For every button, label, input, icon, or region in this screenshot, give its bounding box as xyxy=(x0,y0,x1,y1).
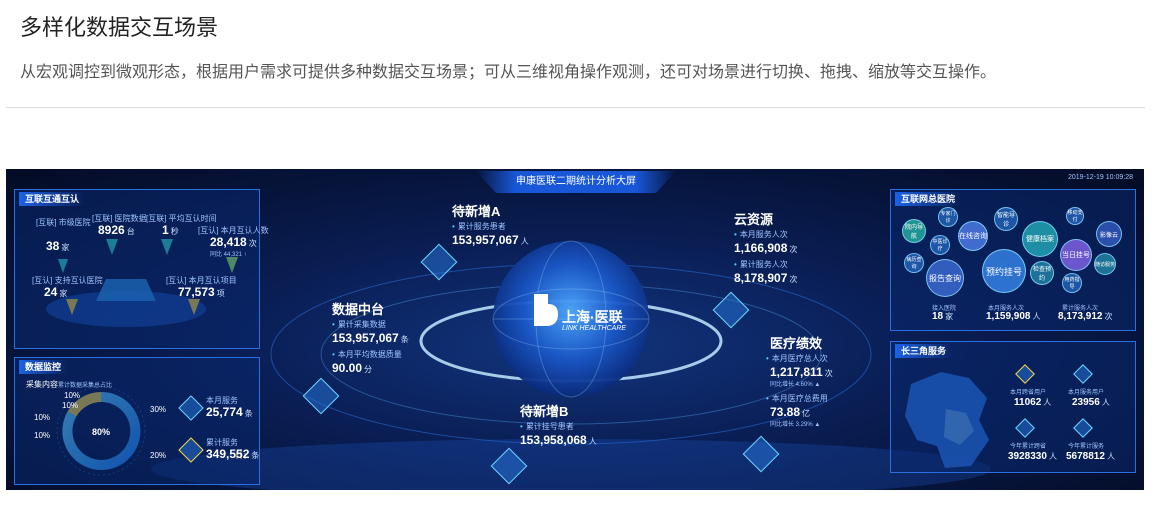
dashboard-datetime: 2019-12-19 10:09:28 xyxy=(1068,174,1133,181)
stat-value: 18 家 xyxy=(932,311,954,322)
block-cloud-label: 累计服务人次 xyxy=(734,259,788,270)
bubble-item[interactable]: 专家门诊 xyxy=(938,207,958,227)
stat-value: 349,552 条 xyxy=(206,447,260,461)
block-a-label: 累计服务患者 xyxy=(452,221,506,232)
stat-value: 23956 人 xyxy=(1072,397,1110,408)
stat-value: 24 家 xyxy=(44,285,68,299)
block-perf-value: 1,217,811 次 xyxy=(770,365,833,379)
stat-value: 25,774 条 xyxy=(206,405,253,419)
block-b-label: 累计挂号患者 xyxy=(520,421,574,432)
block-perf-growth: 同比增长 4.60% ▲ xyxy=(770,382,821,388)
pct-label: 10% xyxy=(34,413,51,422)
bubble-item[interactable]: 健康档案 xyxy=(1022,221,1058,257)
stat-label: 本月服务用户 xyxy=(1068,390,1105,396)
stat-value: 8926 台 xyxy=(98,223,135,237)
pct-label: 10% xyxy=(64,391,81,400)
panel-interconnect-heading: 互联互通互认 xyxy=(19,192,86,206)
block-b-title: 待新增B xyxy=(520,404,569,419)
stat-value: 3928330 人 xyxy=(1008,451,1057,462)
block-data-label: 本月平均数据质量 xyxy=(332,349,402,360)
block-perf-title: 医疗绩效 xyxy=(770,336,823,351)
stat-label: [互联] 平均互认时间 xyxy=(146,214,217,223)
monitor-subheading: 采集内容 xyxy=(26,380,58,389)
page-title: 多样化数据交互场景 xyxy=(20,16,219,41)
block-perf-label: 本月医疗总费用 xyxy=(766,393,828,404)
pct-label: 10% xyxy=(62,401,79,410)
bubble-item[interactable]: 影像云 xyxy=(1096,221,1122,247)
stat-value: 11062 人 xyxy=(1014,397,1052,408)
dashboard-screenshot: 申康医联二期统计分析大屏 2019-12-19 10:09:28 互联互通互认 … xyxy=(6,169,1144,490)
stat-sub: 同比 44,321 ↑ xyxy=(210,252,247,258)
stat-label: 本月跨省用户 xyxy=(1010,390,1047,396)
pct-label: 10% xyxy=(34,431,51,440)
bubble-item[interactable]: 检查预约 xyxy=(1030,261,1054,285)
stat-value: 1秒 xyxy=(162,223,179,237)
bubble-item[interactable]: 在线咨询 xyxy=(958,221,988,251)
pct-label: 30% xyxy=(150,405,167,414)
bubble-item[interactable]: 预约挂号 xyxy=(982,249,1026,293)
panel-internet-hospital-heading: 互联网总医院 xyxy=(895,192,962,206)
dashboard-title: 申康医联二期统计分析大屏 xyxy=(476,171,676,193)
stat-value: 28,418 次 xyxy=(210,235,257,249)
bubble-item[interactable]: 用药指导 xyxy=(1062,273,1082,293)
stat-label: 今年累计服务 xyxy=(1068,444,1105,450)
stat-value: 77,573 项 xyxy=(178,285,225,299)
ring-center-value: 80% xyxy=(92,427,111,437)
block-data-title: 数据中台 xyxy=(332,302,385,317)
panel-data-monitor-heading: 数据监控 xyxy=(19,360,68,374)
bubble-item[interactable]: 当日挂号 xyxy=(1060,239,1092,271)
bubble-item[interactable]: 中医诊疗 xyxy=(930,235,950,255)
block-perf-label: 本月医疗总人次 xyxy=(766,353,828,364)
block-perf-growth: 同比增长 3.29% ▲ xyxy=(770,422,821,428)
monitor-legend: 累计数据采集总占比 xyxy=(58,383,113,389)
bubble-item[interactable]: 报告查询 xyxy=(926,259,964,297)
block-cloud-value: 8,178,907 次 xyxy=(734,271,798,285)
block-data-label: 累计采集数据 xyxy=(332,319,386,330)
logo-text: 上海·医联 xyxy=(562,309,623,325)
block-data-value: 153,957,067 条 xyxy=(332,331,409,345)
stat-value: 8,173,912 次 xyxy=(1058,311,1113,322)
block-cloud-value: 1,166,908 次 xyxy=(734,241,798,255)
block-a-title: 待新增A xyxy=(452,204,501,219)
bubble-item[interactable]: 病历查询 xyxy=(904,253,924,273)
block-perf-value: 73.88 亿 xyxy=(770,405,811,419)
stat-value: 38 家 xyxy=(46,239,70,253)
stat-value: 5678812 人 xyxy=(1066,451,1115,462)
block-cloud-label: 本月服务人次 xyxy=(734,229,788,240)
block-data-value: 90.00 分 xyxy=(332,361,373,375)
block-cloud-title: 云资源 xyxy=(734,212,774,227)
block-a-value: 153,957,067 人 xyxy=(452,233,529,247)
stat-value: 1,159,908 人 xyxy=(986,311,1041,322)
block-b-value: 153,958,068 人 xyxy=(520,433,597,447)
pct-label: 20% xyxy=(150,451,167,460)
stat-label: [互联] 市级医院 xyxy=(36,218,91,227)
page-description: 从宏观调控到微观形态，根据用户需求可提供多种数据交互场景；可从三维视角操作观测，… xyxy=(20,62,997,81)
panel-data-monitor: 数据监控 xyxy=(14,357,260,485)
bubble-item[interactable]: 移动支付 xyxy=(1066,207,1084,225)
stat-label: 今年累计跨省 xyxy=(1010,444,1047,450)
panel-yangtze-heading: 长三角服务 xyxy=(895,344,953,358)
bubble-item[interactable]: 智能导诊 xyxy=(994,207,1018,231)
bubble-item[interactable]: 院内导航 xyxy=(902,219,926,243)
logo-subtext: LINK HEALTHCARE xyxy=(562,325,627,332)
bubble-item[interactable]: 随访服务 xyxy=(1094,253,1116,275)
divider xyxy=(6,107,1145,108)
